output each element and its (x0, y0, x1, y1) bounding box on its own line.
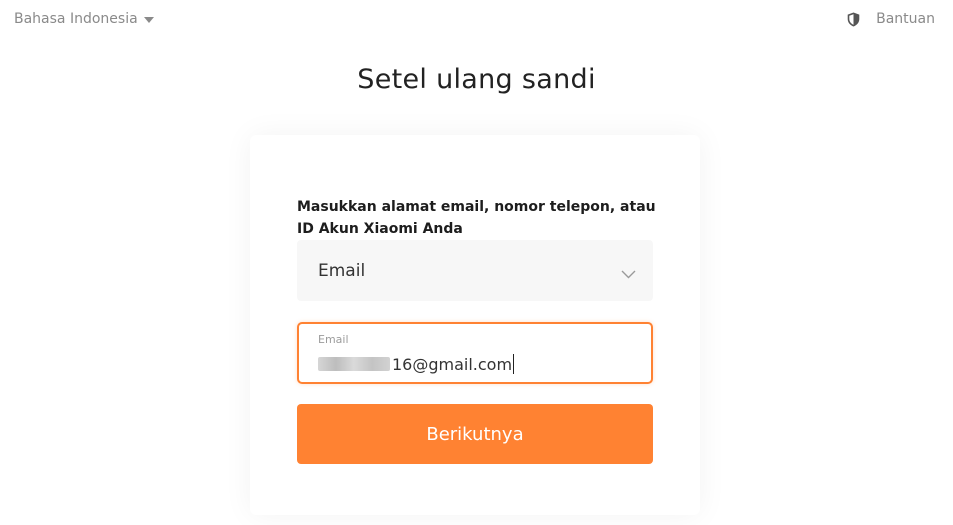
next-button[interactable]: Berikutnya (297, 404, 653, 464)
page-title: Setel ulang sandi (357, 64, 596, 95)
email-field-label: Email (318, 333, 349, 346)
help-link[interactable]: Bantuan (847, 11, 935, 27)
chevron-down-icon (621, 264, 636, 283)
text-cursor (513, 354, 515, 374)
reset-password-card: Masukkan alamat email, nomor telepon, at… (250, 135, 700, 515)
top-bar: Bahasa Indonesia Bantuan (0, 0, 953, 40)
account-type-value: Email (318, 261, 366, 281)
caret-down-icon (143, 16, 154, 23)
help-label: Bantuan (876, 11, 935, 27)
instruction-text: Masukkan alamat email, nomor telepon, at… (297, 199, 656, 237)
email-field-value[interactable]: 16@gmail.com (318, 354, 515, 374)
account-type-select[interactable]: Email (297, 240, 653, 301)
email-field[interactable]: Email 16@gmail.com (297, 322, 653, 384)
language-label: Bahasa Indonesia (14, 11, 138, 27)
email-visible-text: 16@gmail.com (392, 354, 513, 374)
language-selector[interactable]: Bahasa Indonesia (14, 11, 154, 27)
redacted-text (318, 357, 390, 371)
shield-icon (847, 12, 860, 27)
